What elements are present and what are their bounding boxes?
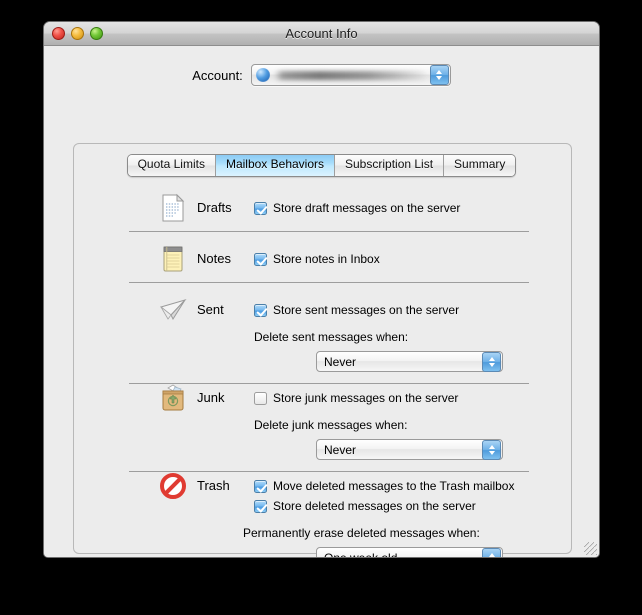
drafts-store-on-server-row[interactable]: Store draft messages on the server — [254, 201, 460, 215]
account-row: Account: — [44, 64, 599, 86]
trash-store-on-server-checkbox[interactable] — [254, 500, 267, 513]
window-body: Account: Quota Limits Mailbox Behaviors … — [44, 46, 599, 557]
account-value-redacted — [273, 70, 426, 80]
junk-delete-when-popup[interactable]: Never — [316, 439, 503, 460]
trash-move-to-trash-label: Move deleted messages to the Trash mailb… — [273, 479, 515, 493]
junk-delete-when-label: Delete junk messages when: — [254, 418, 408, 432]
drafts-document-icon — [162, 193, 185, 222]
sent-delete-when-label: Delete sent messages when: — [254, 330, 409, 344]
sent-store-on-server-label: Store sent messages on the server — [273, 303, 460, 317]
tab-mailbox-behaviors[interactable]: Mailbox Behaviors — [215, 155, 335, 176]
trash-move-to-trash-row[interactable]: Move deleted messages to the Trash mailb… — [254, 479, 514, 493]
tab-subscription-list[interactable]: Subscription List — [335, 155, 445, 176]
divider-after-notes — [129, 282, 529, 283]
sent-title: Sent — [197, 302, 224, 317]
trash-prohibited-icon — [160, 473, 186, 499]
window-title: Account Info — [285, 26, 358, 41]
junk-store-on-server-label: Store junk messages on the server — [273, 391, 459, 405]
trash-store-on-server-row[interactable]: Store deleted messages on the server — [254, 499, 476, 513]
window-controls — [52, 27, 103, 40]
trash-title: Trash — [197, 478, 230, 493]
junk-popup-stepper-arrows[interactable] — [482, 439, 501, 460]
tab-quota-limits[interactable]: Quota Limits — [127, 155, 216, 176]
drafts-store-on-server-label: Store draft messages on the server — [273, 201, 461, 215]
sent-paper-plane-icon — [159, 299, 187, 321]
divider-after-sent — [129, 383, 529, 384]
trash-erase-when-popup[interactable]: One week old — [316, 547, 503, 558]
sent-store-on-server-checkbox[interactable] — [254, 304, 267, 317]
junk-store-on-server-checkbox[interactable] — [254, 392, 267, 405]
minimize-button[interactable] — [71, 27, 84, 40]
notes-store-in-inbox-label: Store notes in Inbox — [273, 252, 380, 266]
sent-store-on-server-row[interactable]: Store sent messages on the server — [254, 303, 459, 317]
tab-bar: Quota Limits Mailbox Behaviors Subscript… — [44, 154, 599, 177]
notes-pad-icon — [163, 246, 183, 272]
window-titlebar: Account Info — [44, 22, 599, 46]
drafts-store-on-server-checkbox[interactable] — [254, 202, 267, 215]
divider-after-junk — [129, 471, 529, 472]
sent-delete-when-popup[interactable]: Never — [316, 351, 503, 372]
notes-store-in-inbox-checkbox[interactable] — [254, 253, 267, 266]
junk-bag-icon — [162, 384, 184, 411]
divider-after-drafts — [129, 231, 529, 232]
mailbox-behaviors-panel: Drafts Store draft messages on the serve… — [73, 143, 572, 557]
globe-icon — [255, 68, 270, 82]
trash-erase-when-label: Permanently erase deleted messages when: — [243, 526, 480, 540]
drafts-title: Drafts — [197, 200, 232, 215]
account-info-window: Account Info Account: Quota Limits Mailb… — [43, 21, 600, 558]
notes-store-in-inbox-row[interactable]: Store notes in Inbox — [254, 252, 380, 266]
tab-summary[interactable]: Summary — [444, 155, 516, 176]
account-label: Account: — [192, 67, 243, 83]
zoom-button[interactable] — [90, 27, 103, 40]
account-popup-button[interactable] — [250, 64, 451, 86]
junk-store-on-server-row[interactable]: Store junk messages on the server — [254, 391, 458, 405]
trash-popup-stepper-arrows[interactable] — [482, 547, 501, 557]
trash-erase-when-value: One week old — [324, 550, 398, 558]
trash-move-to-trash-checkbox[interactable] — [254, 480, 267, 493]
account-stepper-arrows[interactable] — [429, 65, 449, 85]
sent-popup-stepper-arrows[interactable] — [482, 351, 501, 372]
trash-store-on-server-label: Store deleted messages on the server — [273, 499, 476, 513]
close-button[interactable] — [52, 27, 65, 40]
window-resize-grip[interactable] — [584, 542, 597, 555]
sent-delete-when-value: Never — [324, 354, 357, 369]
junk-delete-when-value: Never — [324, 442, 357, 457]
junk-title: Junk — [197, 390, 225, 405]
notes-title: Notes — [197, 251, 231, 266]
